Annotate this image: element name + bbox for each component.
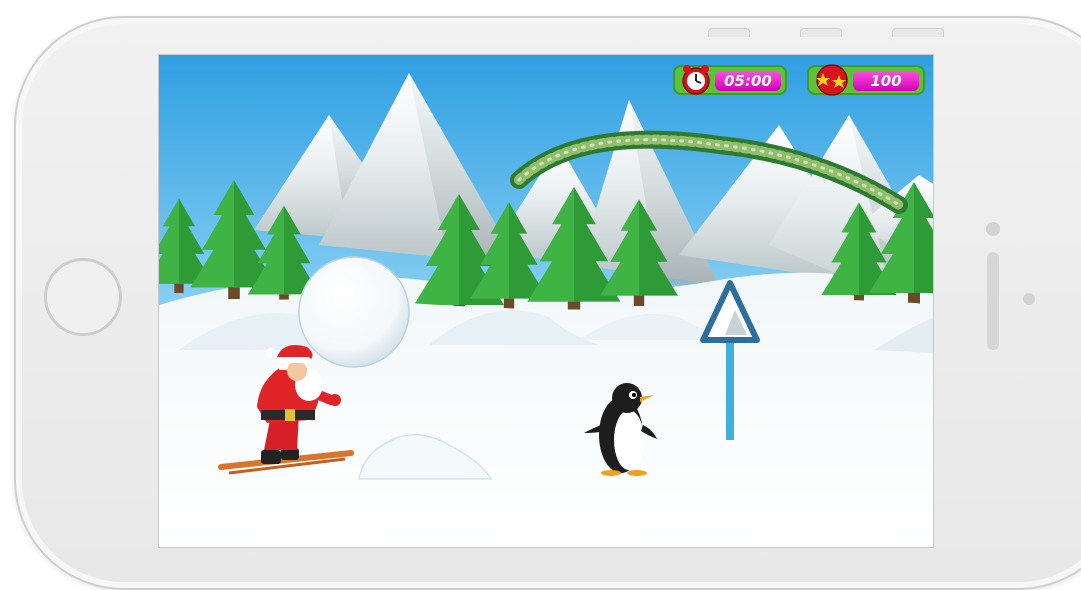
game-screen[interactable]: 05:00 100 — [158, 54, 934, 548]
timer-panel: 05:00 — [673, 65, 787, 95]
power-button — [892, 28, 944, 37]
snowball — [298, 256, 410, 368]
camera-icon — [986, 222, 1000, 236]
volume-up-button — [800, 28, 842, 37]
game-scene — [159, 55, 933, 547]
stars-icon — [816, 64, 848, 96]
timer-value: 05:00 — [715, 71, 781, 91]
sensor-icon — [1023, 293, 1035, 305]
speaker-grille — [987, 252, 999, 350]
score-panel: 100 — [807, 64, 925, 96]
home-button[interactable] — [44, 258, 122, 336]
volume-down-button — [708, 28, 750, 37]
alarm-clock-icon — [682, 65, 710, 95]
score-value: 100 — [853, 71, 919, 91]
